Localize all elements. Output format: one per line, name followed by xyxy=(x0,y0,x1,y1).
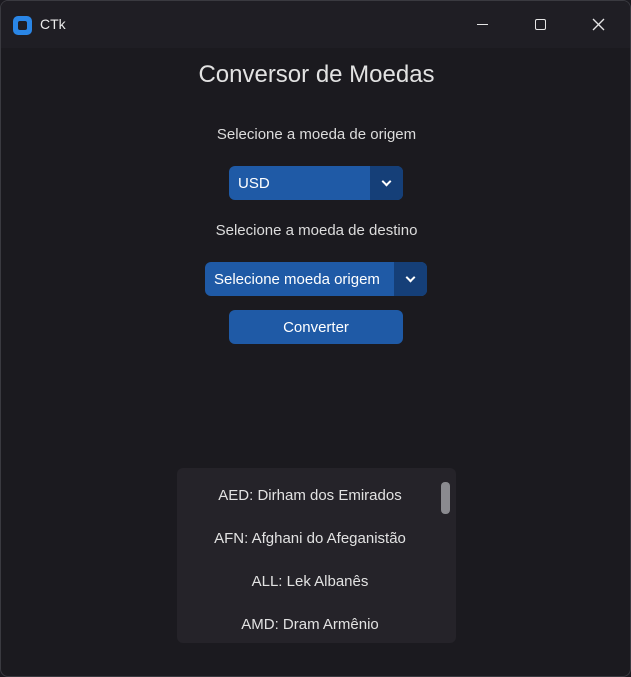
destination-currency-value[interactable]: Selecione moeda origem xyxy=(205,262,394,296)
destination-currency-label: Selecione a moeda de destino xyxy=(215,222,418,239)
list-item[interactable]: AED: Dirham dos Emirados xyxy=(177,487,443,504)
destination-dropdown-arrow[interactable] xyxy=(394,262,427,296)
close-button[interactable] xyxy=(569,1,627,48)
list-item[interactable]: AFN: Afghani do Afeganistão xyxy=(177,530,443,547)
destination-currency-dropdown[interactable]: Selecione moeda origem xyxy=(205,262,427,296)
minimize-button[interactable] xyxy=(453,1,511,48)
title-bar[interactable]: CTk xyxy=(1,1,630,48)
minimize-icon xyxy=(476,24,488,25)
page-title: Conversor de Moedas xyxy=(198,61,435,88)
close-icon xyxy=(592,18,604,31)
list-item[interactable]: AMD: Dram Armênio xyxy=(177,616,443,633)
currency-list[interactable]: AED: Dirham dos Emirados AFN: Afghani do… xyxy=(177,468,456,643)
chevron-down-icon xyxy=(405,272,416,282)
app-window: CTk Conversor de Moedas Selecione a moed… xyxy=(0,0,631,677)
list-item[interactable]: ALL: Lek Albanês xyxy=(177,573,443,590)
chevron-down-icon xyxy=(381,176,392,186)
maximize-icon xyxy=(534,19,546,30)
origin-currency-dropdown[interactable]: USD xyxy=(229,166,403,200)
origin-currency-value[interactable]: USD xyxy=(229,166,370,200)
scrollbar-thumb[interactable] xyxy=(441,482,450,514)
window-title: CTk xyxy=(40,16,66,32)
app-icon xyxy=(13,16,32,35)
maximize-button[interactable] xyxy=(511,1,569,48)
origin-dropdown-arrow[interactable] xyxy=(370,166,403,200)
convert-button[interactable]: Converter xyxy=(229,310,403,344)
origin-currency-label: Selecione a moeda de origem xyxy=(216,126,417,143)
